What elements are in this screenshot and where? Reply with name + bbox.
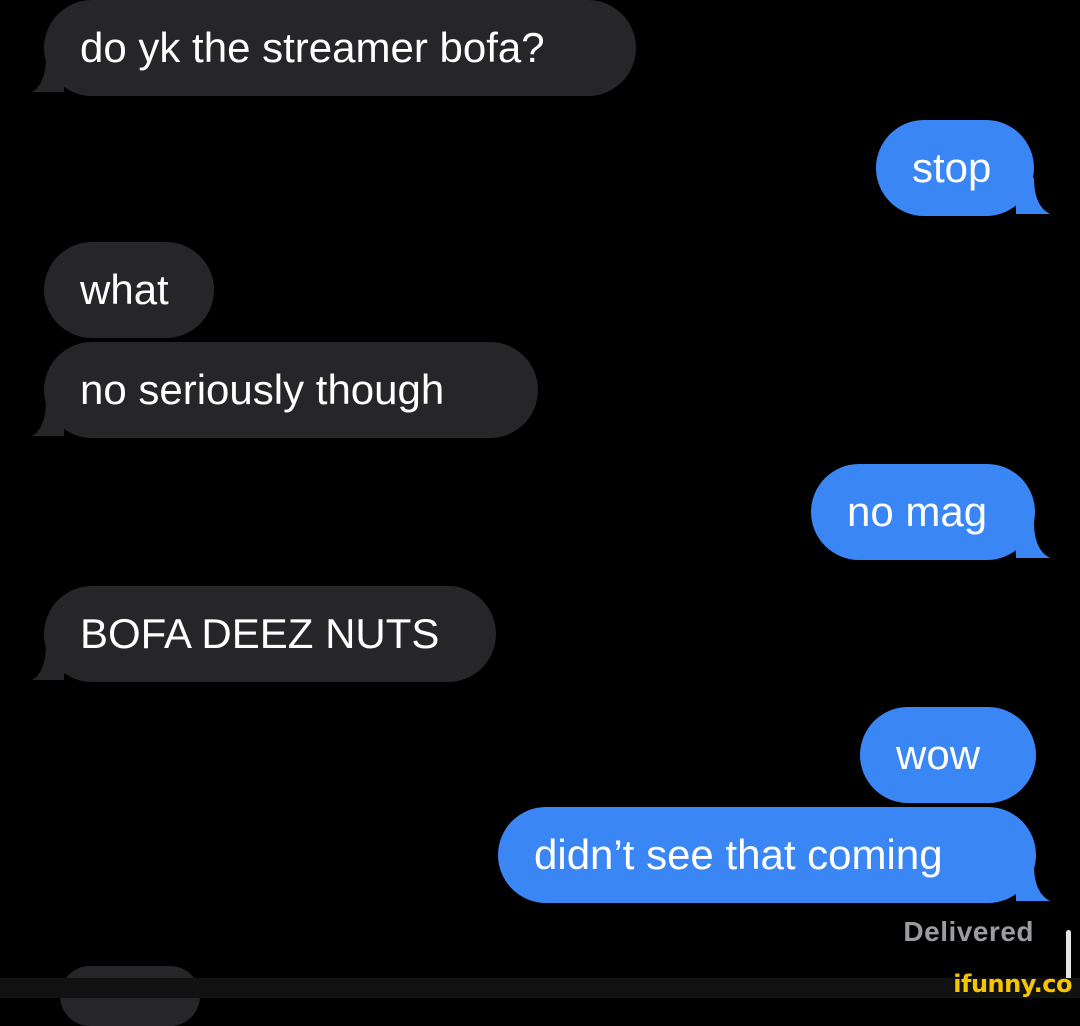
message-text: no mag (847, 488, 988, 535)
incoming-message-bubble[interactable]: BOFA DEEZ NUTS (44, 586, 496, 682)
message-text: BOFA DEEZ NUTS (80, 610, 440, 657)
incoming-bubble-tail (32, 400, 64, 436)
message-text: what (80, 266, 169, 313)
watermark-logo: ifunny.co (953, 970, 1072, 998)
outgoing-bubble-tail (1016, 178, 1050, 214)
outgoing-bubble-tail (1016, 522, 1050, 558)
message-text: do yk the streamer bofa? (80, 24, 545, 71)
outgoing-message-bubble[interactable]: wow (860, 707, 1036, 803)
outgoing-message-bubble[interactable]: stop (876, 120, 1034, 216)
delivered-status: Delivered (903, 916, 1034, 947)
outgoing-message-bubble[interactable]: didn’t see that coming (498, 807, 1036, 903)
incoming-message-bubble[interactable]: no seriously though (44, 342, 538, 438)
message-text: wow (896, 731, 981, 778)
outgoing-bubble-tail (1016, 865, 1050, 901)
incoming-bubble-tail (32, 56, 64, 92)
incoming-message-bubble[interactable]: do yk the streamer bofa? (44, 0, 636, 96)
outgoing-message-bubble[interactable]: no mag (811, 464, 1035, 560)
message-text: didn’t see that coming (534, 831, 943, 878)
incoming-bubble-tail (32, 644, 64, 680)
incoming-message-bubble[interactable]: what (44, 242, 214, 338)
message-text: stop (912, 144, 992, 191)
message-thread: do yk the streamer bofa? stop what no se… (0, 0, 1080, 1026)
bottom-bar (0, 978, 1080, 998)
message-text: no seriously though (80, 366, 445, 413)
